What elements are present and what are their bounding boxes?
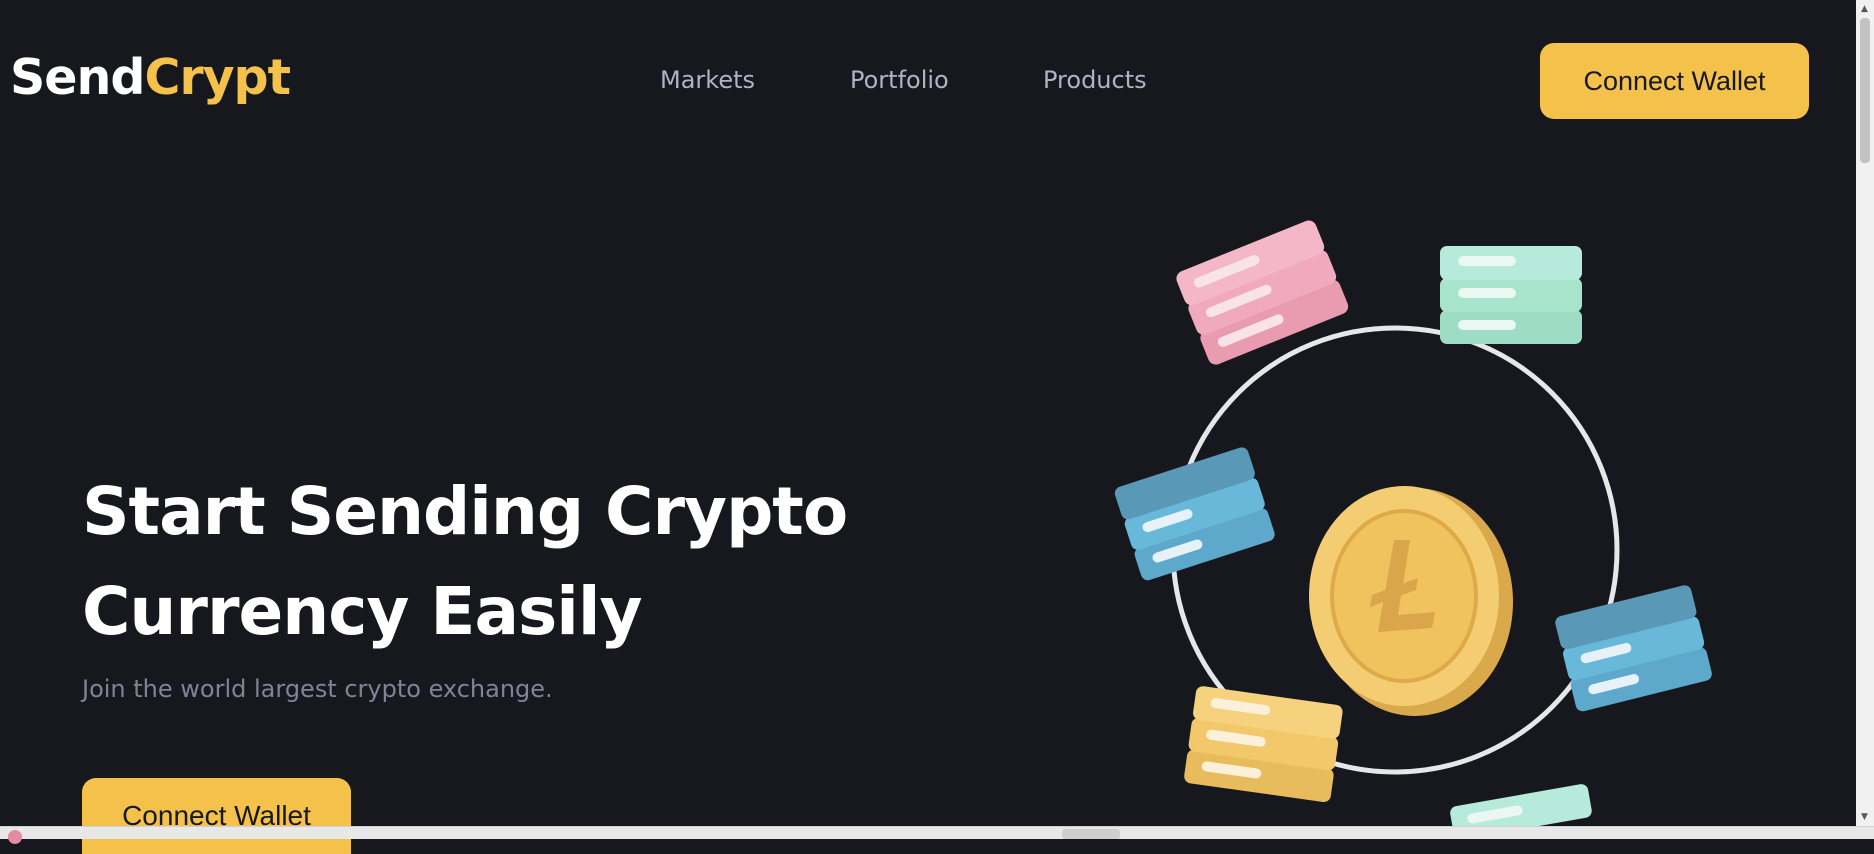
page-scrollbar[interactable]: ▲ ▼ bbox=[1856, 0, 1874, 826]
app-dot-icon bbox=[8, 830, 22, 844]
coin-icon bbox=[1309, 486, 1513, 716]
litecoin-network-icon bbox=[1114, 220, 1712, 838]
hero-subtitle: Join the world largest crypto exchange. bbox=[82, 675, 553, 703]
scroll-down-icon[interactable]: ▼ bbox=[1861, 812, 1868, 822]
top-nav: SendCrypt Markets Portfolio Products Con… bbox=[0, 0, 1856, 150]
nav-item-products[interactable]: Products bbox=[1043, 66, 1147, 94]
server-stack-gold-icon bbox=[1184, 686, 1343, 803]
nav-item-portfolio[interactable]: Portfolio bbox=[850, 66, 949, 94]
server-stack-blue-left-icon bbox=[1114, 447, 1275, 581]
server-stack-pink-icon bbox=[1176, 220, 1349, 365]
server-stack-mint-icon bbox=[1440, 246, 1582, 344]
server-stack-blue-right-icon bbox=[1555, 585, 1712, 712]
hero-title-line2: Currency Easily bbox=[82, 573, 643, 650]
hero-title: Start Sending Crypto Currency Easily bbox=[82, 462, 848, 662]
brand-logo-part2: Crypt bbox=[144, 49, 291, 106]
nav-item-markets[interactable]: Markets bbox=[660, 66, 755, 94]
scroll-up-icon[interactable]: ▲ bbox=[1861, 4, 1868, 14]
taskbar-strip bbox=[0, 826, 1874, 844]
connect-wallet-hero-button[interactable]: Connect Wallet bbox=[82, 778, 351, 854]
scrollbar-thumb[interactable] bbox=[1860, 18, 1870, 163]
connect-wallet-nav-button[interactable]: Connect Wallet bbox=[1540, 43, 1809, 119]
hero-title-line1: Start Sending Crypto bbox=[82, 473, 848, 550]
brand-logo-part1: Send bbox=[10, 49, 145, 106]
brand-logo[interactable]: SendCrypt bbox=[10, 48, 291, 108]
